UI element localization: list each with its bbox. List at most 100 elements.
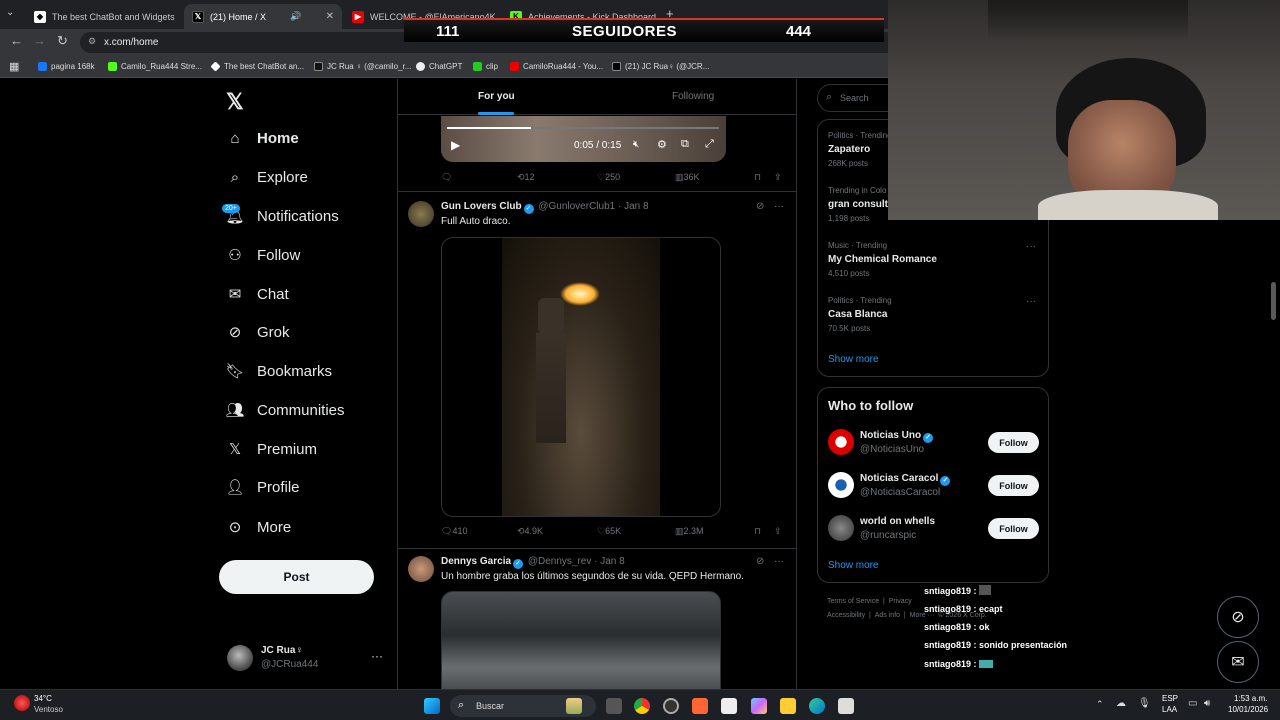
tab-x-home[interactable]: 𝕏 (21) Home / X 🔊 ✕ [184,4,342,29]
more-dots-icon[interactable]: ··· [774,556,784,567]
author-name[interactable]: Dennys Garcia [441,556,511,567]
nav-home[interactable]: ⌂ Home [226,129,298,147]
author-handle[interactable]: @Dennys_rev [528,556,592,567]
footer-link[interactable]: Ads info [875,612,900,619]
weather-icon[interactable] [14,695,30,711]
nav-premium[interactable]: 𝕏 Premium [226,440,317,459]
share-icon[interactable]: ⇪ [774,526,782,537]
chevron-up-icon[interactable]: ⌃ [1096,699,1104,710]
post-date[interactable]: · Jan 8 [594,556,625,567]
bookmark-item[interactable]: pagina 168k [38,62,95,71]
scrollbar-thumb[interactable] [1271,282,1276,320]
follow-button[interactable]: Follow [988,475,1039,496]
tab-following[interactable]: Following [672,91,714,102]
nav-profile[interactable]: 👤︎ Profile [225,478,299,497]
settings-icon[interactable]: ⚙ [657,138,667,151]
more-dots-icon[interactable]: ··· [1026,296,1036,307]
back-icon[interactable]: ← [10,33,23,48]
video-player[interactable] [441,591,721,689]
speaker-icon[interactable]: 🔊︎ [1204,698,1210,709]
close-icon[interactable]: ✕ [320,11,334,22]
pip-icon[interactable]: ⧉ [681,138,689,151]
brave-icon[interactable] [692,698,708,714]
fullscreen-icon[interactable]: ⤢ [705,138,714,151]
apps-grid-icon[interactable]: ▦ [9,60,19,73]
footer-link[interactable]: Terms of Service [827,598,879,605]
bookmark-icon[interactable]: ⊓ [754,172,761,183]
cloud-icon[interactable]: ☁ [1116,698,1126,709]
tab-for-you[interactable]: For you [478,91,515,102]
bookmark-item[interactable]: The best ChatBot an... [210,61,304,72]
follow-button[interactable]: Follow [988,432,1039,453]
nav-chat[interactable]: ✉ Chat [226,285,289,304]
avatar[interactable] [408,201,434,227]
app-icon[interactable] [663,698,679,714]
reply-icon[interactable]: 🗨︎ [441,172,452,183]
weather-desc[interactable]: Ventoso [34,705,63,714]
bookmark-item[interactable]: Camilo_Rua444 Stre... [108,62,202,71]
bookmark-item[interactable]: ChatGPT [416,62,462,71]
tab-search-icon[interactable]: ⌄ [6,7,14,18]
post-date[interactable]: · Jan 8 [618,201,649,212]
task-view-icon[interactable] [606,698,622,714]
show-more-link[interactable]: Show more [828,560,879,571]
microphone-icon[interactable]: 🎙︎ [1138,698,1151,709]
nav-grok[interactable]: ⊘ Grok [226,323,290,342]
close-icon[interactable]: ✕ [175,11,182,22]
reply-button[interactable]: 🗨︎ 410 [441,526,467,537]
file-explorer-icon[interactable] [780,698,796,714]
footer-link[interactable]: Accessibility [827,612,865,619]
share-icon[interactable]: ⇪ [774,172,782,183]
tab-chatbot[interactable]: ◆ The best ChatBot and Widgets ✕ [26,4,182,29]
timeline[interactable]: For you Following ▶ 0:05 / 0:15 🔇︎ ⚙ ⧉ ⤢… [397,79,797,689]
bookmark-icon[interactable]: ⊓ [754,526,761,537]
repost-button[interactable]: ⟲ 12 [517,172,535,183]
start-icon[interactable] [424,698,440,714]
more-dots-icon[interactable]: ··· [1026,241,1036,252]
video-player[interactable]: ▶ 0:05 / 0:15 🔇︎ ⚙ ⧉ ⤢ [441,116,726,162]
reload-icon[interactable]: ↻ [57,33,68,49]
language-indicator[interactable]: ESP [1162,694,1178,703]
play-icon[interactable]: ▶ [451,138,460,152]
display-icon[interactable]: ▭ [1188,698,1197,709]
views-button[interactable]: ▥ 36K [675,172,700,183]
keyboard-layout[interactable]: LAA [1162,705,1177,714]
author-handle[interactable]: @GunloverClub1 [538,201,615,212]
bookmark-item[interactable]: clip [473,62,498,71]
avatar[interactable] [408,556,434,582]
repost-button[interactable]: ⟲ 4.9K [517,526,543,537]
like-button[interactable]: ♡ 65K [597,526,621,537]
site-info-icon[interactable]: ⚙ [88,36,96,47]
footer-link[interactable]: Privacy [889,598,912,605]
forward-icon[interactable]: → [33,33,46,48]
edge-icon[interactable] [809,698,825,714]
bookmark-item[interactable]: JC Rua ♀ (@camilo_r... [314,62,411,71]
video-player[interactable] [441,237,721,517]
nav-explore[interactable]: ⌕ Explore [226,168,308,186]
mute-icon[interactable]: 🔇︎ [633,139,639,150]
bookmark-item[interactable]: CamiloRua444 - You... [510,62,603,71]
taskbar-app-icon[interactable] [566,698,582,714]
show-more-link[interactable]: Show more [828,354,879,365]
more-dots-icon[interactable]: ··· [371,649,383,663]
capcut-icon[interactable] [721,698,737,714]
post-button[interactable]: Post [219,560,374,594]
like-button[interactable]: ♡ 250 [597,172,620,183]
store-icon[interactable] [838,698,854,714]
nav-communities[interactable]: 👥︎ Communities [225,401,344,420]
x-logo-icon[interactable]: 𝕏 [226,89,244,115]
grok-fab-button[interactable]: ⊘ [1217,596,1259,638]
follow-button[interactable]: Follow [988,518,1039,539]
bookmark-item[interactable]: (21) JC Rua♀ (@JCR... [612,62,709,71]
nav-bookmarks[interactable]: 🔖︎ Bookmarks [225,362,332,381]
copilot-icon[interactable] [751,698,767,714]
clock-time[interactable]: 1:53 a.m. [1234,694,1267,703]
clock-date[interactable]: 10/01/2026 [1228,705,1268,714]
views-button[interactable]: ▥ 2.3M [675,526,704,537]
speaker-icon[interactable]: 🔊 [284,11,301,22]
grok-icon[interactable]: ⊘ [756,201,764,212]
author-name[interactable]: Gun Lovers Club [441,201,522,212]
grok-icon[interactable]: ⊘ [756,556,764,567]
chrome-icon[interactable] [634,698,650,714]
nav-more[interactable]: ⊙ More [226,518,291,537]
